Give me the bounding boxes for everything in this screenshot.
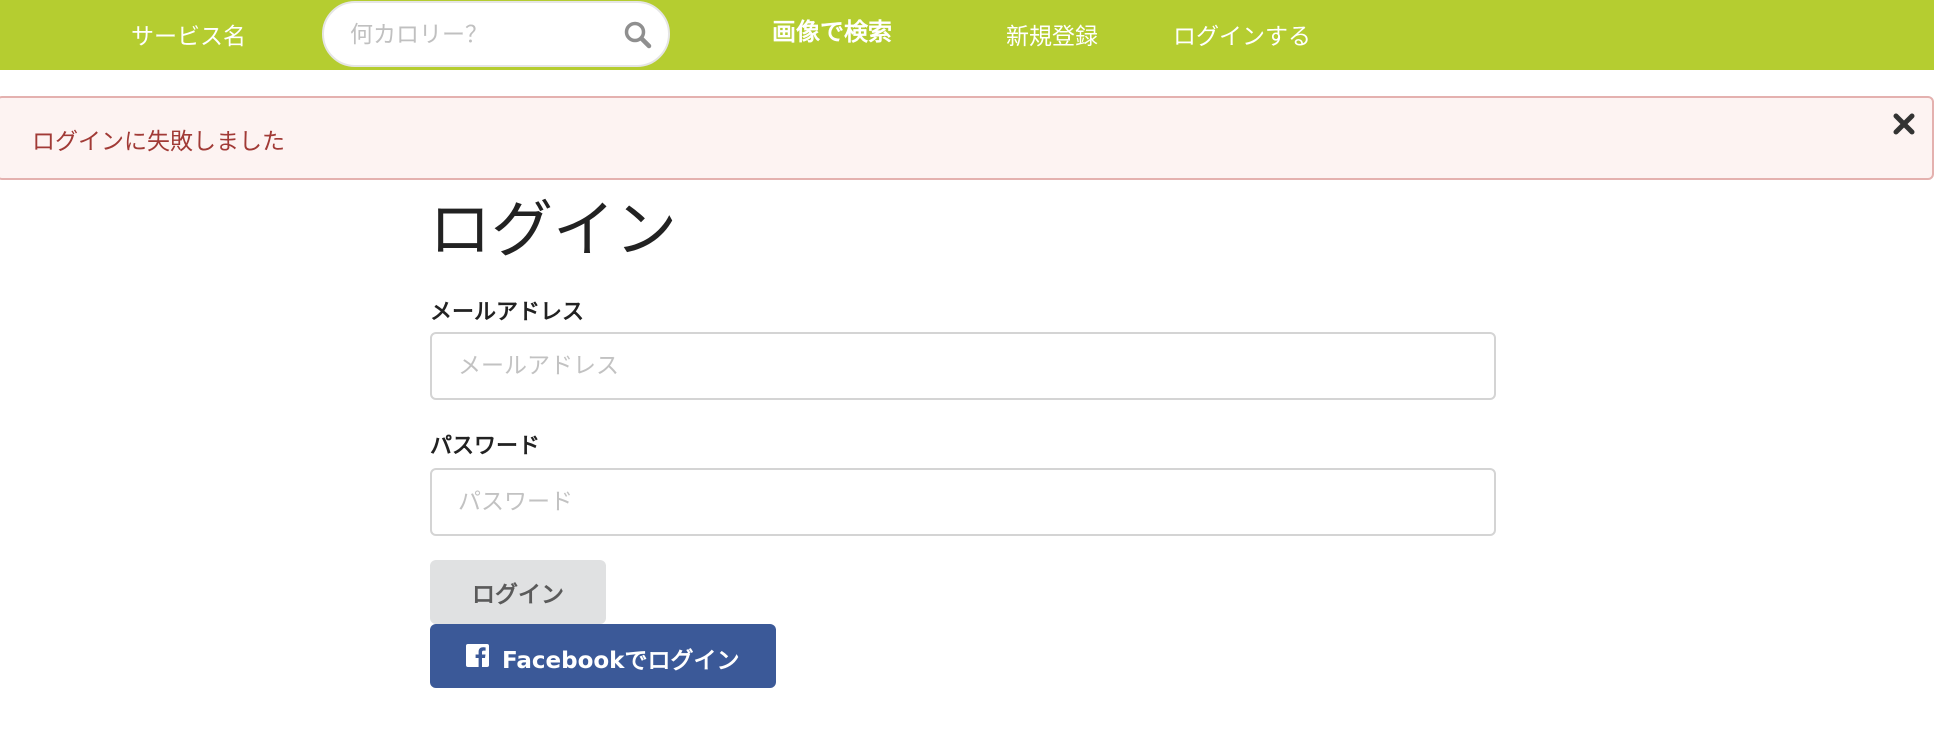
password-field[interactable] [430,468,1496,536]
login-button[interactable]: ログイン [430,560,606,624]
facebook-login-button[interactable]: Facebookでログイン [430,624,776,688]
facebook-icon [466,644,489,667]
navbar: サービス名 画像で検索 新規登録 ログインする [0,0,1934,70]
alert-message: ログインに失敗しました [32,129,285,155]
error-alert: ログインに失敗しました [0,96,1934,180]
close-icon[interactable] [1891,111,1917,137]
search-icon[interactable] [622,19,654,51]
search-input[interactable] [348,17,608,53]
nav-signup[interactable]: 新規登録 [1006,17,1098,51]
page-title: ログイン [429,193,678,266]
email-field[interactable] [430,332,1496,400]
email-label: メールアドレス [430,300,585,325]
facebook-login-label: Facebookでログイン [502,648,740,674]
brand-link[interactable]: サービス名 [131,17,246,51]
nav-login[interactable]: ログインする [1173,17,1311,51]
search-box [322,1,670,67]
password-label: パスワード [430,434,541,459]
nav-search-by-image[interactable]: 画像で検索 [772,12,892,47]
